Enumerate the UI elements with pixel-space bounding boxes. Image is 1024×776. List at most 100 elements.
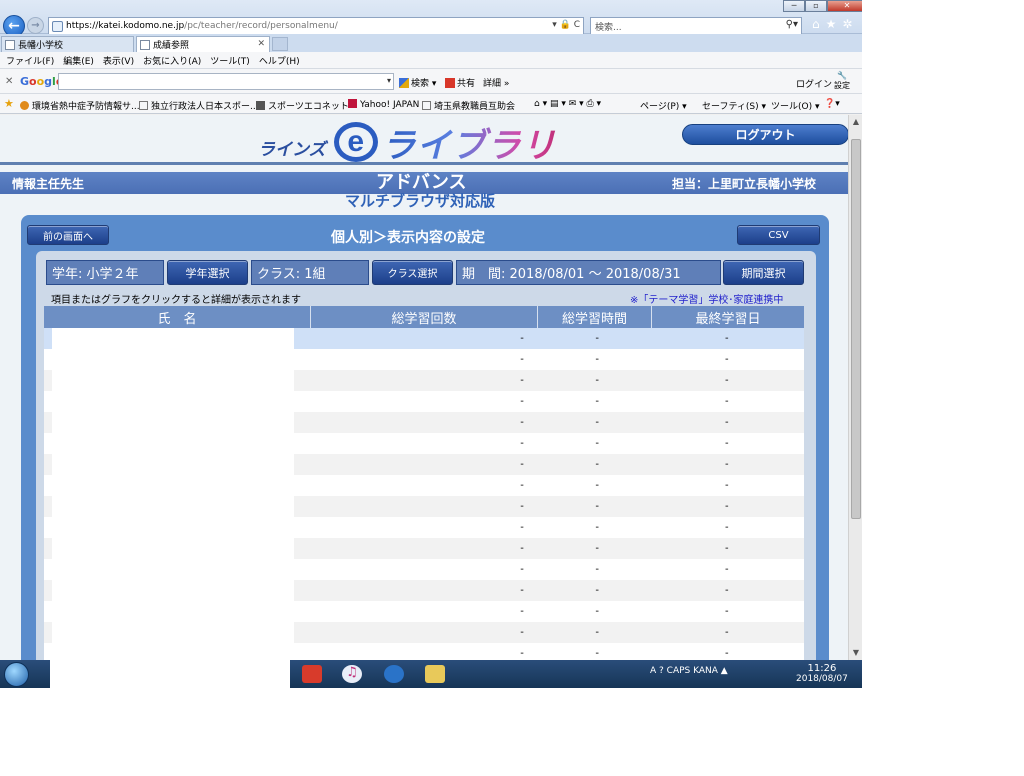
menu-view[interactable]: 表示(V) bbox=[103, 54, 134, 67]
start-button[interactable] bbox=[4, 662, 29, 687]
table-row[interactable]: --- bbox=[44, 496, 804, 517]
tools-menu[interactable]: ツール(O) ▾ bbox=[771, 99, 820, 112]
table-row[interactable]: --- bbox=[44, 643, 804, 660]
table-row[interactable]: --- bbox=[44, 601, 804, 622]
favorite-link-heatstroke[interactable]: 環境省熱中症予防情報サ... bbox=[20, 99, 140, 112]
google-settings-button[interactable]: 🔧 設定 bbox=[834, 71, 850, 91]
ie-icon[interactable] bbox=[384, 665, 404, 683]
site-icon bbox=[256, 101, 265, 110]
total-time: - bbox=[595, 648, 599, 659]
gear-icon[interactable]: ✲ bbox=[842, 17, 858, 31]
page-menu[interactable]: ページ(P) ▾ bbox=[640, 99, 687, 112]
table-row[interactable]: --- bbox=[44, 391, 804, 412]
period-select-button[interactable]: 期間選択 bbox=[723, 260, 804, 285]
command-icons[interactable]: ⌂ ▾ ▤ ▾ ✉ ▾ ⎙ ▾ bbox=[534, 99, 601, 109]
favorite-link-mutual-aid[interactable]: 埼玉県教職員互助会 bbox=[422, 99, 515, 112]
safety-menu[interactable]: セーフティ(S) ▾ bbox=[702, 99, 766, 112]
menu-tools[interactable]: ツール(T) bbox=[210, 54, 250, 67]
search-icon[interactable]: ⚲▾ bbox=[786, 19, 798, 30]
row-marker bbox=[44, 391, 52, 412]
csv-button[interactable]: CSV bbox=[737, 225, 820, 245]
favorites-star-icon[interactable]: ★ bbox=[826, 17, 843, 31]
forward-button[interactable]: → bbox=[27, 17, 44, 34]
favorites-bar: ★ 環境省熱中症予防情報サ... 独立行政法人日本スポー... スポーツエコネッ… bbox=[0, 94, 862, 114]
scroll-down-icon[interactable]: ▼ bbox=[849, 646, 862, 660]
last-date: - bbox=[725, 396, 729, 407]
table-row[interactable]: --- bbox=[44, 517, 804, 538]
student-name bbox=[51, 496, 295, 517]
table-row[interactable]: --- bbox=[44, 433, 804, 454]
new-tab-button[interactable] bbox=[272, 37, 288, 51]
back-to-previous-button[interactable]: 前の画面へ bbox=[27, 225, 109, 245]
minimize-button[interactable]: ─ bbox=[783, 0, 805, 12]
folder-icon[interactable] bbox=[425, 665, 445, 683]
row-spacer bbox=[294, 391, 316, 412]
total-time: - bbox=[595, 501, 599, 512]
tab-close-icon[interactable]: ✕ bbox=[257, 39, 265, 49]
favorite-link-jsc[interactable]: 独立行政法人日本スポー... bbox=[139, 99, 259, 112]
system-tray[interactable]: A ? CAPS KANA ▲ bbox=[650, 666, 728, 676]
google-search-button[interactable]: 検索 ▾ bbox=[399, 76, 436, 89]
scroll-up-icon[interactable]: ▲ bbox=[849, 115, 862, 129]
student-name bbox=[51, 433, 295, 454]
table-row[interactable]: --- bbox=[44, 370, 804, 391]
menu-help[interactable]: ヘルプ(H) bbox=[259, 54, 300, 67]
google-login-link[interactable]: ログイン bbox=[796, 77, 832, 90]
table-row[interactable]: --- bbox=[44, 328, 804, 349]
menu-edit[interactable]: 編集(E) bbox=[63, 54, 94, 67]
close-toolbar-icon[interactable]: ✕ bbox=[5, 76, 13, 87]
clock-date: 2018/08/07 bbox=[796, 674, 848, 684]
header-total-time[interactable]: 総学習時間 bbox=[538, 306, 652, 328]
favorites-star-icon[interactable]: ★ bbox=[4, 97, 14, 110]
table-row[interactable]: --- bbox=[44, 538, 804, 559]
google-share-button[interactable]: 共有 bbox=[445, 76, 475, 89]
favorite-link-sports-econet[interactable]: スポーツエコネット bbox=[256, 99, 349, 112]
address-input[interactable]: https://katei.kodomo.ne.jp/pc/teacher/re… bbox=[48, 17, 584, 35]
google-search-input[interactable]: ▾ bbox=[58, 73, 394, 90]
favorite-link-yahoo[interactable]: Yahoo! JAPAN bbox=[348, 99, 419, 110]
maximize-button[interactable]: ▫ bbox=[805, 0, 827, 12]
share-icon bbox=[445, 78, 455, 88]
menu-favorites[interactable]: お気に入り(A) bbox=[143, 54, 201, 67]
tab-grades[interactable]: 成績参照 ✕ bbox=[136, 36, 270, 52]
browser-search-input[interactable]: 検索... ⚲▾ bbox=[590, 17, 802, 35]
total-count: - bbox=[520, 396, 524, 407]
total-count: - bbox=[520, 606, 524, 617]
table-row[interactable]: --- bbox=[44, 454, 804, 475]
row-marker bbox=[44, 433, 52, 454]
google-detail-button[interactable]: 詳細 » bbox=[483, 76, 509, 89]
row-spacer bbox=[294, 538, 316, 559]
table-row[interactable]: --- bbox=[44, 349, 804, 370]
last-date: - bbox=[725, 333, 729, 344]
page-icon bbox=[52, 20, 63, 32]
table-row[interactable]: --- bbox=[44, 580, 804, 601]
table-row[interactable]: --- bbox=[44, 559, 804, 580]
grade-select-button[interactable]: 学年選択 bbox=[167, 260, 248, 285]
header-total-count[interactable]: 総学習回数 bbox=[311, 306, 538, 328]
table-row[interactable]: --- bbox=[44, 475, 804, 496]
row-spacer bbox=[294, 622, 316, 643]
tab-label: 成績参照 bbox=[153, 41, 190, 51]
total-count: - bbox=[520, 543, 524, 554]
chevron-down-icon[interactable]: ▾ bbox=[387, 76, 391, 85]
vertical-scrollbar[interactable]: ▲ ▼ bbox=[848, 115, 862, 660]
last-date: - bbox=[725, 522, 729, 533]
logout-button[interactable]: ログアウト bbox=[682, 124, 848, 145]
url-tools[interactable]: ▾ 🔒 C bbox=[552, 20, 580, 30]
home-icon[interactable]: ⌂ bbox=[812, 17, 826, 31]
class-select-button[interactable]: クラス選択 bbox=[372, 260, 453, 285]
music-app-icon[interactable]: ♫ bbox=[342, 665, 362, 683]
app-icon-red[interactable] bbox=[302, 665, 322, 683]
help-icon[interactable]: ❓▾ bbox=[824, 99, 840, 109]
menu-file[interactable]: ファイル(F) bbox=[6, 54, 54, 67]
row-marker bbox=[44, 580, 52, 601]
close-window-button[interactable]: ✕ bbox=[827, 0, 862, 12]
scroll-thumb[interactable] bbox=[851, 139, 861, 519]
header-name[interactable]: 氏 名 bbox=[44, 306, 311, 328]
taskbar-clock[interactable]: 11:26 2018/08/07 bbox=[796, 663, 848, 685]
table-row[interactable]: --- bbox=[44, 412, 804, 433]
tab-nagahata[interactable]: 長幡小学校 bbox=[1, 36, 134, 52]
table-row[interactable]: --- bbox=[44, 622, 804, 643]
header-last-date[interactable]: 最終学習日 bbox=[652, 306, 804, 328]
student-name bbox=[51, 412, 295, 433]
